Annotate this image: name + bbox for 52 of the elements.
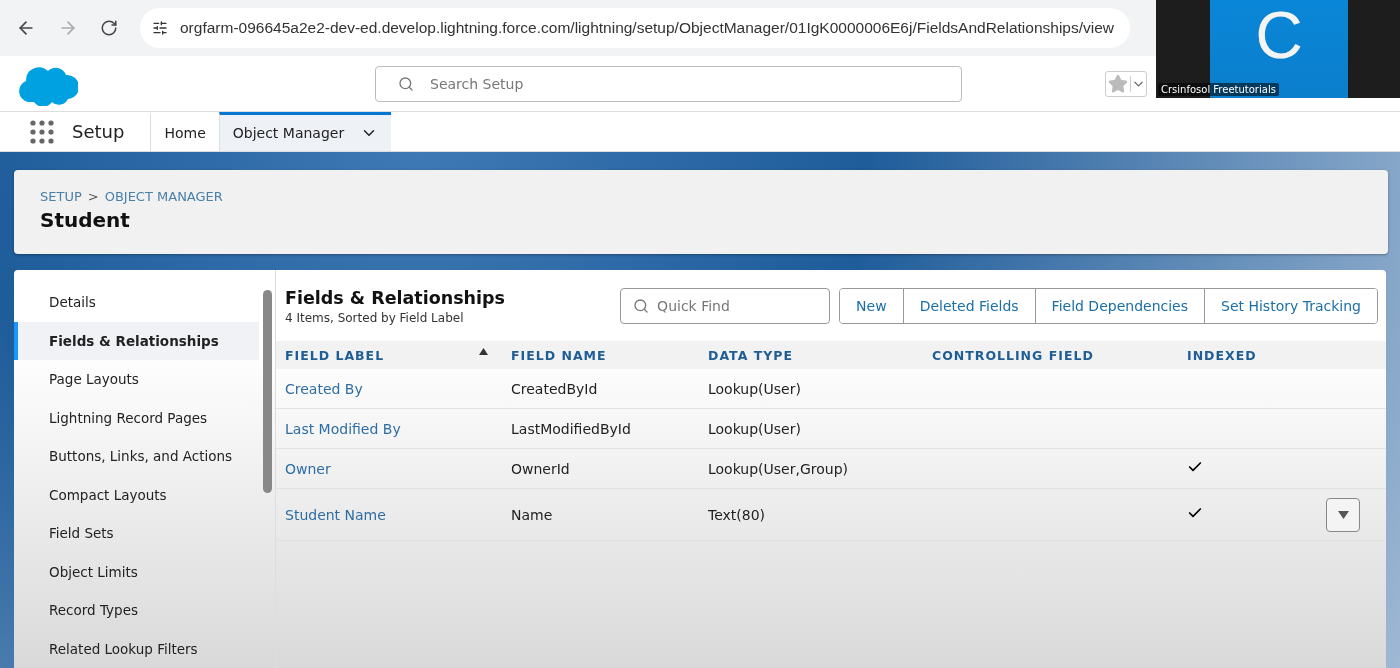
column-header[interactable]: INDEXED — [1178, 347, 1326, 363]
column-header[interactable]: FIELD LABEL — [276, 347, 502, 363]
section-title: Fields & Relationships — [285, 288, 506, 308]
field-link[interactable]: Last Modified By — [276, 420, 502, 437]
column-header[interactable]: DATA TYPE — [699, 347, 923, 363]
sidebar-item[interactable]: Field Sets — [14, 514, 259, 553]
sidebar-item[interactable]: Record Types — [14, 591, 259, 630]
breadcrumb-separator: > — [87, 189, 99, 204]
toolbar-button[interactable]: Set History Tracking — [1204, 289, 1377, 323]
table-cell-text: Lookup(User) — [707, 380, 802, 397]
scrollbar[interactable] — [263, 290, 272, 493]
sidebar-item[interactable]: Buttons, Links, and Actions — [14, 437, 259, 476]
table-cell-text: CreatedById — [510, 380, 599, 397]
table-cell-text: Lookup(User,Group) — [707, 460, 850, 477]
sidebar-item[interactable]: Fields & Relationships — [14, 321, 259, 360]
table-cell-text: Name — [510, 506, 554, 523]
column-header[interactable]: CONTROLLING FIELD — [923, 347, 1178, 363]
item-count: 4 Items, Sorted by Field Label — [285, 311, 465, 325]
nav-tab[interactable]: Home — [150, 112, 219, 151]
field-link[interactable]: Student Name — [276, 506, 502, 523]
sidebar-item[interactable]: Details — [14, 283, 259, 322]
field-link[interactable]: Created By — [276, 380, 502, 397]
sidebar-item[interactable]: Object Limits — [14, 552, 259, 591]
search-field[interactable]: Search Setup — [375, 65, 962, 102]
app-name: Setup — [72, 120, 125, 144]
page-title: Student — [40, 208, 131, 232]
table-cell-text: OwnerId — [510, 460, 571, 477]
row-actions-button[interactable] — [1326, 497, 1360, 532]
table-cell-text: Text(80) — [707, 506, 767, 523]
nav-tab[interactable]: Object Manager — [218, 112, 392, 151]
column-header[interactable]: FIELD NAME — [502, 347, 699, 363]
breadcrumb-link[interactable]: SETUP — [40, 189, 82, 204]
site-settings-icon[interactable] — [152, 20, 168, 36]
search-icon — [633, 298, 650, 314]
sidebar-item[interactable]: Lightning Record Pages — [14, 398, 259, 437]
address-bar[interactable]: orgfarm-096645a2e2-dev-ed.develop.lightning.force.com/lightning/setup/ObjectManager/01IgK0000006E6j/FieldsAndRelationships/view — [140, 8, 1130, 48]
quick-find-field[interactable]: Quick Find — [620, 288, 831, 324]
sidebar-item[interactable]: Compact Layouts — [14, 475, 259, 514]
caret-icon[interactable] — [1130, 75, 1146, 92]
field-link[interactable]: Owner — [276, 460, 502, 477]
sort-icon[interactable] — [479, 347, 488, 355]
sidebar-item[interactable]: Related Lookup Filters — [14, 629, 259, 668]
search-icon — [398, 75, 414, 92]
star-icon[interactable] — [1108, 73, 1128, 94]
participant-name: Crsinfosol Freetutorials — [1158, 83, 1279, 96]
table-cell-text: LastModifiedById — [510, 420, 632, 437]
table-cell-text: Lookup(User) — [707, 420, 802, 437]
caret-icon — [1337, 510, 1349, 519]
sidebar-item[interactable]: Page Layouts — [14, 360, 259, 399]
breadcrumb-link[interactable]: OBJECT MANAGER — [104, 189, 223, 204]
reload-icon[interactable] — [100, 19, 118, 37]
app-launcher-icon[interactable] — [30, 119, 54, 144]
